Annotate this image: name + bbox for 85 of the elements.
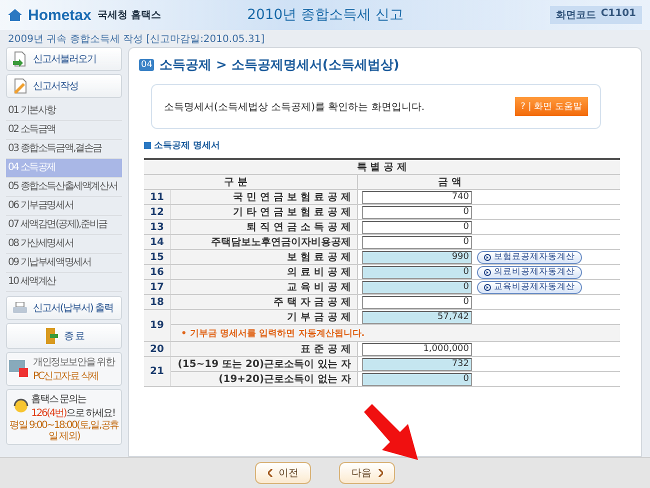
row-number: 21	[144, 356, 170, 386]
row-label: 주 택 자 금 공 제	[170, 294, 358, 310]
screen-code-value: C1101	[600, 8, 636, 21]
row-number: 18	[144, 294, 170, 310]
print-button[interactable]: 신고서(납부서) 출력	[6, 296, 122, 320]
door-icon	[44, 328, 58, 344]
delete-note: 개인정보보안을 위한	[33, 356, 114, 369]
amount-field[interactable]: 0	[362, 236, 472, 248]
row-number: 16	[144, 264, 170, 280]
column-header: 금 액	[358, 174, 620, 190]
row-number: 17	[144, 280, 170, 294]
row-label: 국 민 연 금 보 험 료 공 제	[170, 190, 358, 204]
amount-field[interactable]: 57,742	[362, 310, 472, 324]
amount-field[interactable]: 732	[362, 358, 472, 370]
sidebar-button[interactable]: 신고서작성	[6, 74, 122, 98]
help-line: 홈택스 문의는	[31, 393, 88, 406]
house-icon	[8, 9, 22, 21]
description-text: 소득명세서(소득세법상 소득공제)를 확인하는 화면입니다.	[164, 100, 425, 114]
step-badge: 04	[139, 59, 154, 71]
column-header: 구 분	[144, 174, 358, 190]
play-icon	[484, 268, 491, 276]
amount-field[interactable]: 0	[362, 206, 472, 218]
chevron-left-icon	[268, 469, 272, 477]
hint-text: • 기부금 명세서를 입력하면 자동계산됩니다.	[170, 324, 620, 342]
column-header: 특 별 공 제	[144, 159, 620, 174]
chevron-right-icon	[378, 469, 382, 477]
sidebar-button[interactable]: 신고서불러오기	[6, 47, 122, 71]
row-number: 13	[144, 220, 170, 234]
amount-field[interactable]: 0	[362, 266, 472, 278]
row-label: 주택담보노후연금이자비용공제	[170, 234, 358, 250]
section-title: 소득공제 명세서	[154, 140, 220, 152]
row-label: 표 준 공 제	[170, 342, 358, 356]
pencil-document-icon	[13, 78, 27, 94]
auto-calc-button[interactable]: 의료비공제자동계산	[477, 266, 582, 278]
auto-calc-button[interactable]: 보험료공제자동계산	[477, 250, 582, 264]
row-label: 기 부 금 공 제	[170, 310, 358, 324]
row-number: 12	[144, 204, 170, 220]
previous-button[interactable]: 이전	[255, 462, 311, 484]
amount-field[interactable]: 0	[362, 372, 472, 386]
sidebar-item[interactable]: 09 기납부세액명세서	[6, 254, 122, 273]
row-number: 15	[144, 250, 170, 264]
row-label: (19+20)근로소득이 없는 자	[170, 372, 358, 386]
row-number: 11	[144, 190, 170, 204]
bullet-icon	[144, 142, 151, 149]
exit-button[interactable]: 종 료	[6, 323, 122, 349]
printer-icon	[13, 302, 27, 314]
sidebar-item[interactable]: 02 소득금액	[6, 121, 122, 140]
page-title: 소득공제 > 소득공제명세서(소득세법상)	[159, 57, 400, 74]
delete-link[interactable]: PC신고자료 삭제	[33, 369, 114, 383]
row-number: 14	[144, 234, 170, 250]
help-line: 으로 하세요!	[66, 407, 115, 420]
play-icon	[484, 254, 491, 260]
next-button[interactable]: 다음	[339, 462, 395, 484]
row-label: 퇴 직 연 금 소 득 공 제	[170, 220, 358, 234]
row-label: 보 험 료 공 제	[170, 250, 358, 264]
screen-code-label: 화면코드	[556, 9, 596, 22]
sidebar-item[interactable]: 05 종합소득산출세액계산서	[6, 178, 122, 197]
amount-field[interactable]: 1,000,000	[362, 342, 472, 356]
row-label: 기 타 연 금 보 험 료 공 제	[170, 204, 358, 220]
amount-field[interactable]: 0	[362, 280, 472, 294]
sidebar-item[interactable]: 07 세액감면(공제),준비금	[6, 216, 122, 235]
amount-field[interactable]: 740	[362, 190, 472, 204]
row-label: 교 육 비 공 제	[170, 280, 358, 294]
document-icon	[13, 51, 27, 67]
subheader: 2009년 귀속 종합소득세 작성 [신고마감일:2010.05.31]	[7, 33, 266, 47]
sidebar-item[interactable]: 10 세액계산	[6, 273, 122, 292]
window-title: 2010년 종합소득세 신고	[246, 6, 405, 24]
row-number: 20	[144, 342, 170, 356]
amount-field[interactable]: 0	[362, 220, 472, 234]
auto-calc-button[interactable]: 교육비공제자동계산	[477, 280, 582, 294]
service-hours: 평일 9:00~18:00(토,일,공휴일 제외)	[9, 420, 119, 442]
computer-delete-icon	[9, 360, 29, 378]
sidebar-item[interactable]: 08 가산세명세서	[6, 235, 122, 254]
play-icon	[484, 284, 491, 290]
amount-field[interactable]: 0	[362, 296, 472, 308]
phone-number: 126(4번)	[31, 407, 66, 420]
row-label: (15~19 또는 20)근로소득이 있는 자	[170, 356, 358, 372]
amount-field[interactable]: 990	[362, 250, 472, 264]
headset-figure-icon	[13, 398, 30, 414]
row-label: 의 료 비 공 제	[170, 264, 358, 280]
sidebar-item[interactable]: 01 기본사항	[6, 102, 122, 121]
sidebar-item[interactable]: 06 기부금명세서	[6, 197, 122, 216]
row-number: 19	[144, 310, 170, 342]
logo: Hometax	[28, 6, 92, 24]
org-name: 국세청 홈택스	[97, 9, 161, 22]
